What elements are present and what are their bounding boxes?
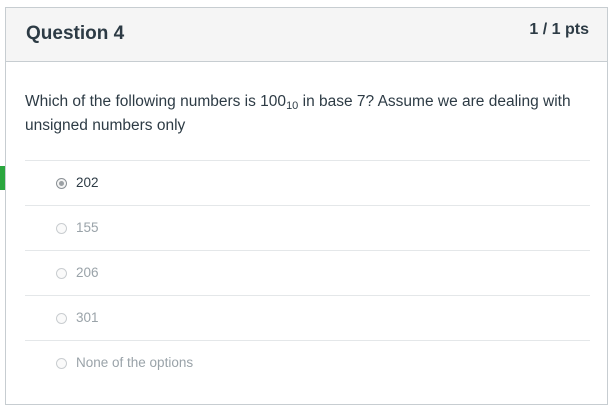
answer-option[interactable]: 206: [25, 251, 590, 296]
question-text-part: Which of the following numbers is 100: [25, 93, 287, 110]
answer-option[interactable]: 301: [25, 296, 590, 341]
answer-label: 155: [76, 220, 99, 235]
question-points: 1 / 1 pts: [529, 21, 589, 38]
question-title: Question 4: [26, 23, 125, 44]
radio-button[interactable]: [56, 358, 67, 369]
radio-button-checked[interactable]: [56, 178, 67, 189]
question-text-subscript: 10: [286, 100, 299, 112]
radio-button[interactable]: [56, 313, 67, 324]
answer-label: 301: [76, 310, 99, 325]
radio-button[interactable]: [56, 223, 67, 234]
answer-option[interactable]: None of the options: [25, 341, 590, 385]
answer-label: 206: [76, 265, 99, 280]
question-header: Question 4 1 / 1 pts: [6, 8, 607, 62]
question-card: Question 4 1 / 1 pts Which of the follow…: [5, 7, 608, 405]
answer-label: 202: [76, 175, 99, 190]
answer-option[interactable]: 155: [25, 206, 590, 251]
radio-button[interactable]: [56, 268, 67, 279]
question-text: Which of the following numbers is 10010 …: [25, 90, 595, 138]
answer-label: None of the options: [76, 355, 194, 370]
answer-option[interactable]: 202: [25, 161, 590, 206]
answer-list: 202 155 206 301 None of the options: [25, 160, 590, 385]
